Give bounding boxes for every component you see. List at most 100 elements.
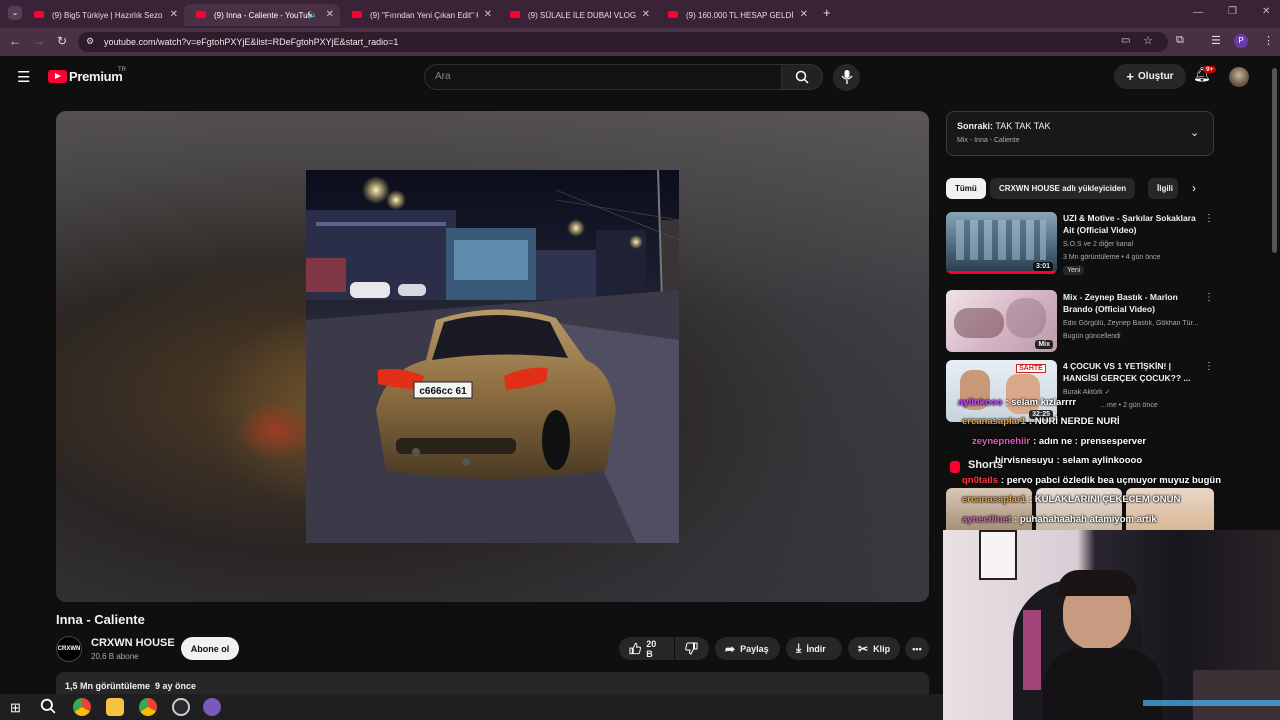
chat-username: ercanasaplar1 (962, 494, 1026, 505)
minimize-icon[interactable]: — (1193, 7, 1203, 18)
browser-tab-active[interactable]: (9) Inna - Caliente - YouTub 🔈 ✕ (184, 4, 340, 26)
thumbnail-label: SAHTE (1016, 364, 1046, 373)
search-input[interactable]: Ara (435, 71, 451, 82)
share-arrow-icon: ➦ (725, 641, 736, 656)
chrome-icon[interactable] (139, 698, 157, 716)
create-button[interactable]: + Oluştur (1114, 64, 1186, 89)
clip-button[interactable]: ✂ Klip (848, 637, 900, 660)
obs-icon[interactable] (172, 698, 190, 716)
browser-tab[interactable]: (9) SÜLALE İLE DUBAİ VLOG | 3 ✕ (498, 4, 656, 26)
recommendation-meta: Bugün güncellendi (1063, 333, 1121, 340)
like-button[interactable]: 20 B (619, 637, 674, 660)
more-vertical-icon[interactable]: ⋮ (1204, 213, 1214, 224)
reading-list-icon[interactable]: ☰ (1211, 34, 1221, 47)
close-tab-icon[interactable]: ✕ (170, 9, 178, 20)
youtube-favicon-icon (196, 11, 206, 18)
chip-uploader[interactable]: CRXWN HOUSE adlı yükleyiciden (990, 178, 1136, 199)
scissors-icon: ✂ (858, 641, 869, 656)
browser-menu-icon[interactable]: ⋮ (1263, 34, 1274, 47)
url-text[interactable]: youtube.com/watch?v=eFgtohPXYjE&list=RDe… (104, 37, 398, 47)
mix-badge: Mix (1035, 340, 1053, 349)
webcam-overlay (943, 530, 1280, 720)
chip-all[interactable]: Tümü (946, 178, 986, 199)
youtube-favicon-icon (510, 11, 520, 18)
chat-text: : NURİ NERDE NURİ (1028, 416, 1120, 427)
audio-playing-icon[interactable]: 🔈 (307, 9, 318, 20)
chevron-down-icon[interactable]: ⌄ (1190, 126, 1199, 139)
forward-icon[interactable]: → (33, 34, 45, 48)
chat-username: aylinkooo (958, 397, 1003, 408)
recommendation-thumbnail[interactable]: 3:01 (946, 212, 1057, 274)
close-window-icon[interactable]: ✕ (1262, 6, 1270, 17)
file-explorer-icon[interactable] (106, 698, 124, 716)
chat-message: ercanasaplar1: KULAKLARINI ÇEKECEM ONUN (962, 494, 1180, 505)
hamburger-menu-icon[interactable]: ☰ (17, 68, 30, 86)
scrollbar-thumb[interactable] (1272, 68, 1277, 253)
recommendation-title[interactable]: Mix - Zeynep Bastık - Marlon Brando (Off… (1063, 291, 1201, 315)
more-actions-button[interactable]: ••• (905, 637, 929, 660)
recommendation-thumbnail[interactable]: SAHTE 32:25 (946, 360, 1057, 422)
shorts-icon (950, 461, 960, 473)
region-code: TR (118, 67, 126, 73)
browser-tab[interactable]: (9) "Fırından Yeni Çıkan Edit" Ki ✕ (340, 4, 498, 26)
search-icon (795, 70, 809, 84)
back-icon[interactable]: ← (9, 34, 21, 48)
account-avatar[interactable] (1229, 67, 1249, 87)
channel-avatar[interactable]: CRXWN (56, 636, 82, 662)
close-tab-icon[interactable]: ✕ (800, 9, 808, 20)
share-button[interactable]: ➦ Paylaş (715, 637, 780, 660)
tab-list-chevron-icon[interactable]: ⌄ (8, 6, 22, 20)
chip-related[interactable]: İlgili (1148, 178, 1178, 199)
recommendation-meta: …me • 2 gün önce (1100, 402, 1158, 409)
site-info-icon[interactable]: ⚙ (86, 36, 94, 47)
recommendation-channel[interactable]: Burak Aktürk ✓ (1063, 388, 1111, 396)
browser-tab[interactable]: (9) Big5 Türkiye | Hazırlık Sezon ✕ (22, 4, 184, 26)
voice-search-button[interactable] (833, 64, 860, 91)
chat-message: birvisnesuyu: selam aylinkoooo (995, 455, 1142, 466)
youtube-premium-logo[interactable]: Premium (69, 69, 123, 84)
chevron-right-icon[interactable]: › (1192, 181, 1196, 195)
close-tab-icon[interactable]: ✕ (484, 9, 492, 20)
close-tab-icon[interactable]: ✕ (326, 9, 334, 20)
chat-text: : pervo pabci özledik bea uçmuyor muyuz … (1000, 475, 1222, 486)
recommendation-channel[interactable]: Edis Görgülü, Zeynep Bastık, Gökhan Tür.… (1063, 320, 1213, 327)
youtube-favicon-icon (34, 11, 44, 18)
browser-tab[interactable]: (9) 160.000 TL HESAP GELDİ ✕ (656, 4, 814, 26)
new-tab-button[interactable]: + (823, 5, 831, 20)
more-horizontal-icon: ••• (912, 643, 922, 654)
search-box[interactable] (424, 64, 782, 90)
chat-text: : selam kızlarrrr (1005, 397, 1077, 408)
more-vertical-icon[interactable]: ⋮ (1204, 361, 1214, 372)
up-next-title: Sonraki: TAK TAK TAK (957, 121, 1051, 131)
chat-message: aynecilinet: puhahahaahah atamiyom artik (962, 514, 1157, 525)
chat-app-icon[interactable] (203, 698, 221, 716)
youtube-logo-icon[interactable] (48, 70, 67, 83)
recommendation-title[interactable]: 4 ÇOCUK VS 1 YETİŞKİN! | HANGİSİ GERÇEK … (1063, 360, 1201, 384)
youtube-favicon-icon (352, 11, 362, 18)
cast-icon[interactable]: ▭ (1121, 35, 1130, 46)
download-button[interactable]: ⤓ İndir (786, 637, 842, 660)
up-next-panel[interactable] (946, 111, 1214, 156)
windows-start-icon[interactable]: ⊞ (10, 700, 21, 716)
chrome-icon[interactable] (73, 698, 91, 716)
channel-name[interactable]: CRXWN HOUSE (91, 637, 175, 649)
recommendation-title[interactable]: UZI & Motive - Şarkılar Sokaklara Ait (O… (1063, 212, 1201, 236)
recommendation-channel[interactable]: S.O.S ve 2 diğer kanal (1063, 241, 1133, 248)
chat-username: birvisnesuyu (995, 455, 1054, 466)
recommendation-thumbnail[interactable]: Mix (946, 290, 1057, 352)
reload-icon[interactable]: ↻ (57, 34, 67, 48)
search-button[interactable] (781, 64, 823, 90)
subscribe-button[interactable]: Abone ol (181, 637, 239, 660)
close-tab-icon[interactable]: ✕ (642, 9, 650, 20)
license-plate-text: с666сс 61 (419, 386, 467, 397)
search-icon[interactable] (40, 698, 56, 719)
chat-message: aylinkooo: selam kızlarrrr (958, 397, 1076, 408)
more-vertical-icon[interactable]: ⋮ (1204, 292, 1214, 303)
bookmark-star-icon[interactable]: ☆ (1143, 34, 1153, 47)
dislike-button[interactable] (675, 637, 709, 660)
profile-avatar[interactable]: P (1234, 34, 1248, 48)
maximize-icon[interactable]: ❐ (1228, 6, 1237, 17)
night-street-car-image: с666сс 61 (306, 170, 679, 543)
notification-count-badge: 9+ (1203, 66, 1217, 73)
extensions-icon[interactable]: ⧉ (1176, 34, 1184, 47)
